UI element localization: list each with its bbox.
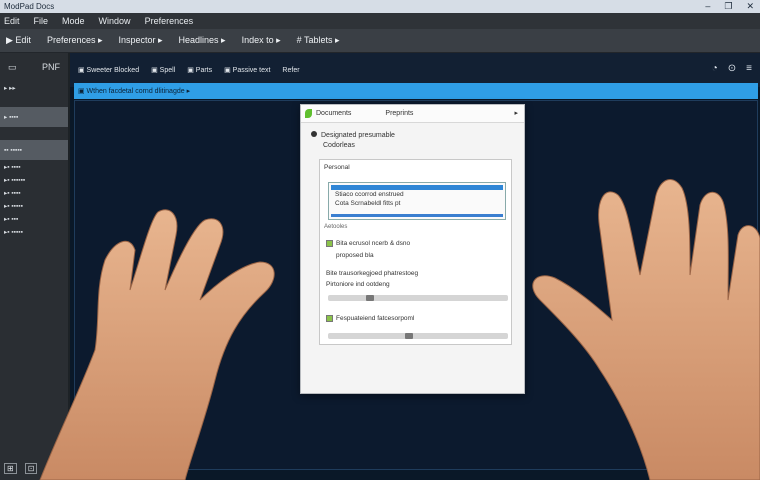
menu-item-window[interactable]: Window: [99, 16, 131, 26]
option-checkbox[interactable]: [326, 240, 333, 247]
main-toolbar: ▣ Sweeter Blocked ▣ Spell ▣ Parts ▣ Pass…: [70, 53, 760, 87]
toolbar-item[interactable]: ▶ Edit: [6, 35, 31, 46]
sidebar-item[interactable]: ▸ ▸▸: [0, 81, 68, 94]
window-titlebar: ModPad Docs – ❐ ✕: [0, 0, 760, 13]
frame-icon[interactable]: ⊡: [24, 463, 38, 474]
main-toolbar-item[interactable]: ▣ Spell: [151, 66, 175, 74]
toolbar-item[interactable]: Preferences ▸: [47, 35, 103, 46]
sidebar-header: ▭ PNF: [0, 53, 68, 81]
sidebar: ▭ PNF ▸ ▸▸ ▸ ▪▪▪▪ ▪▪ ▪▪▪▪▪ ▸▪ ▪▪▪▪ ▸▪ ▪▪▪▪▪▪…: [0, 53, 70, 480]
option-sublabel: proposed bla: [336, 252, 374, 259]
document-tab-strip[interactable]: ▣ Wthen facdetal cornd dlitinagde ▸: [74, 83, 758, 99]
minimize-button[interactable]: –: [705, 1, 710, 12]
refresh-icon[interactable]: ◔: [712, 63, 718, 74]
main-toolbar-item[interactable]: ▣ Parts: [187, 66, 212, 74]
section-label: Personal: [324, 164, 350, 171]
sidebar-item[interactable]: ▸▪ ▪▪▪▪▪: [0, 225, 68, 238]
bullet-icon: [311, 131, 317, 137]
personal-listbox[interactable]: Stiaco ccorrod enstrued Cota Scrnabeldl …: [328, 182, 506, 220]
list-item[interactable]: Cota Scrnabeldl fitts pt: [329, 199, 505, 208]
toolbar-item[interactable]: # Tablets ▸: [297, 35, 340, 46]
window-controls: – ❐ ✕: [705, 1, 754, 12]
slider-thumb[interactable]: [365, 295, 374, 301]
window-title: ModPad Docs: [4, 2, 55, 11]
slider[interactable]: [328, 333, 508, 339]
sidebar-item[interactable]: [0, 127, 68, 140]
toolbar-item[interactable]: Index to ▸: [242, 35, 281, 46]
dialog-body: Personal Stiaco ccorrod enstrued Cota Sc…: [319, 159, 512, 345]
preferences-dialog: Documents Preprints ▸ Designated presuma…: [300, 104, 525, 394]
slider[interactable]: [328, 295, 508, 301]
menu-item-preferences[interactable]: Preferences: [145, 16, 194, 26]
sidebar-item[interactable]: ▸▪ ▪▪▪▪: [0, 186, 68, 199]
sidebar-item[interactable]: [0, 94, 68, 107]
document-tab-label: ▣ Wthen facdetal cornd dlitinagde ▸: [78, 88, 191, 95]
option-row: Pirtoniore ind ootdeng: [326, 281, 390, 288]
listbox-scrollbar[interactable]: [331, 214, 503, 217]
menubar: Edit File Mode Window Preferences: [0, 13, 760, 29]
panel-icon[interactable]: ▭: [8, 62, 17, 73]
main-toolbar-item[interactable]: ▣ Passive text: [224, 66, 270, 74]
list-item[interactable]: Stiaco ccorrod enstrued: [329, 190, 505, 199]
menu-item-file[interactable]: File: [34, 16, 49, 26]
sidebar-item[interactable]: ▸▪ ▪▪▪: [0, 212, 68, 225]
sidebar-item[interactable]: ▸▪ ▪▪▪▪▪▪: [0, 173, 68, 186]
sidebar-list: ▸ ▸▸ ▸ ▪▪▪▪ ▪▪ ▪▪▪▪▪ ▸▪ ▪▪▪▪ ▸▪ ▪▪▪▪▪▪ ▸▪ ▪▪▪…: [0, 81, 68, 238]
menu-item-mode[interactable]: Mode: [62, 16, 85, 26]
option-row: proposed bla: [336, 252, 374, 259]
sidebar-item[interactable]: ▸▪ ▪▪▪▪: [0, 160, 68, 173]
option-label: Bite trausorkegjoed phatrestoeg: [326, 270, 419, 277]
dialog-close-icon[interactable]: ▸: [514, 109, 518, 117]
option-row[interactable]: Fespuateiend fatcesorpoml: [326, 315, 414, 322]
dialog-subheading: Codorleas: [323, 142, 355, 149]
sidebar-item[interactable]: ▸ ▪▪▪▪: [0, 107, 68, 127]
subsection-label: Aetooles: [324, 224, 348, 230]
dialog-heading-text: Designated presumable: [321, 132, 395, 139]
menu-item-edit[interactable]: Edit: [4, 16, 20, 26]
dialog-heading: Designated presumable Codorleas: [311, 131, 395, 151]
grid-icon[interactable]: ⊞: [4, 463, 17, 474]
maximize-button[interactable]: ❐: [724, 1, 732, 12]
option-row: Bite trausorkegjoed phatrestoeg: [326, 270, 418, 277]
dialog-tab[interactable]: Preprints: [385, 110, 413, 117]
option-label: Pirtoniore ind ootdeng: [326, 281, 390, 288]
leaf-icon: [305, 109, 312, 118]
toolbar-item[interactable]: Headlines ▸: [179, 35, 226, 46]
sidebar-item[interactable]: ▪▪ ▪▪▪▪▪: [0, 140, 68, 160]
main-toolbar-item[interactable]: Refer: [282, 67, 299, 74]
toolbar-item[interactable]: Inspector ▸: [118, 35, 162, 46]
main-toolbar-right: ◔ ⊙ ≡: [712, 63, 752, 74]
option-row[interactable]: Bita ecrusol ncerb & dsno: [326, 240, 410, 247]
target-icon[interactable]: ⊙: [728, 63, 736, 74]
sidebar-header-label: PNF: [42, 62, 60, 72]
dialog-titlebar: Documents Preprints: [301, 105, 524, 123]
main-toolbar-item[interactable]: ▣ Sweeter Blocked: [78, 66, 139, 74]
slider-thumb[interactable]: [405, 333, 414, 339]
menu-icon[interactable]: ≡: [746, 63, 752, 74]
option-label: Bita ecrusol ncerb & dsno: [336, 240, 411, 247]
close-button[interactable]: ✕: [746, 1, 754, 12]
option-label: Fespuateiend fatcesorpoml: [336, 315, 415, 322]
toolbar: ▶ Edit Preferences ▸ Inspector ▸ Headlin…: [0, 29, 760, 53]
sidebar-footer: ⊞ ⊡: [4, 463, 38, 474]
sidebar-item[interactable]: ▸▪ ▪▪▪▪▪: [0, 199, 68, 212]
dialog-title: Documents: [316, 110, 352, 117]
option-checkbox[interactable]: [326, 315, 333, 322]
